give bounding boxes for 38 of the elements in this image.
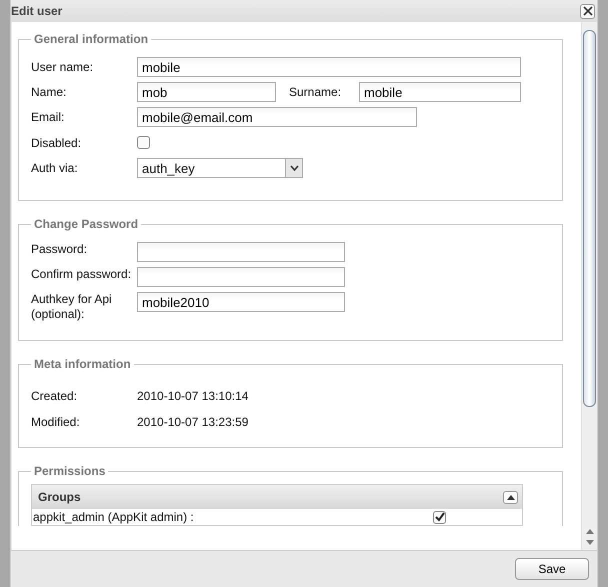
field-value: 2010-10-07 13:10:14 <box>137 389 248 403</box>
section-title: Change Password <box>33 217 140 231</box>
field-label: Name: <box>31 85 68 99</box>
window-title: Edit user <box>11 4 62 18</box>
checkbox[interactable] <box>433 510 446 524</box>
section-title: General information <box>33 32 150 46</box>
field-label: Disabled: <box>31 136 82 150</box>
close-button[interactable] <box>580 4 595 18</box>
close-icon <box>582 6 592 16</box>
triangle-icon <box>506 494 514 500</box>
field-label: Created: <box>31 389 78 403</box>
field-label: Email: <box>31 110 66 124</box>
field-label: User name: <box>31 60 94 74</box>
text-field[interactable]: mobile@email.com <box>137 107 417 127</box>
text-field[interactable]: mobile <box>359 82 521 102</box>
field-label: Authkey for Api (optional): <box>31 292 113 322</box>
field-label: Auth via: <box>31 161 79 175</box>
checkbox[interactable] <box>137 136 150 149</box>
collapse-button[interactable] <box>503 490 518 504</box>
text-field[interactable]: mobile <box>137 57 521 77</box>
field-label: Surname: <box>289 85 342 99</box>
field-value: 2010-10-07 13:23:59 <box>137 415 248 429</box>
panel-title: Groups <box>38 490 81 504</box>
text-field[interactable] <box>137 242 345 262</box>
scrollbar[interactable] <box>581 22 597 550</box>
save-button[interactable]: Save <box>515 558 589 580</box>
field-label: Confirm password: <box>31 267 132 282</box>
dropdown[interactable]: auth_key <box>137 158 303 178</box>
section-title: Permissions <box>33 464 106 478</box>
scroll-arrows-icon[interactable] <box>586 527 594 547</box>
text-field[interactable] <box>137 267 345 287</box>
text-field[interactable]: mob <box>137 82 276 102</box>
field-label: Password: <box>31 242 88 257</box>
section-title: Meta information <box>33 357 132 371</box>
text-field[interactable]: mobile2010 <box>137 292 345 312</box>
field-label: Modified: <box>31 415 81 429</box>
group-label: appkit_admin (AppKit admin) : <box>33 510 194 524</box>
chevron-down-icon <box>290 165 298 171</box>
